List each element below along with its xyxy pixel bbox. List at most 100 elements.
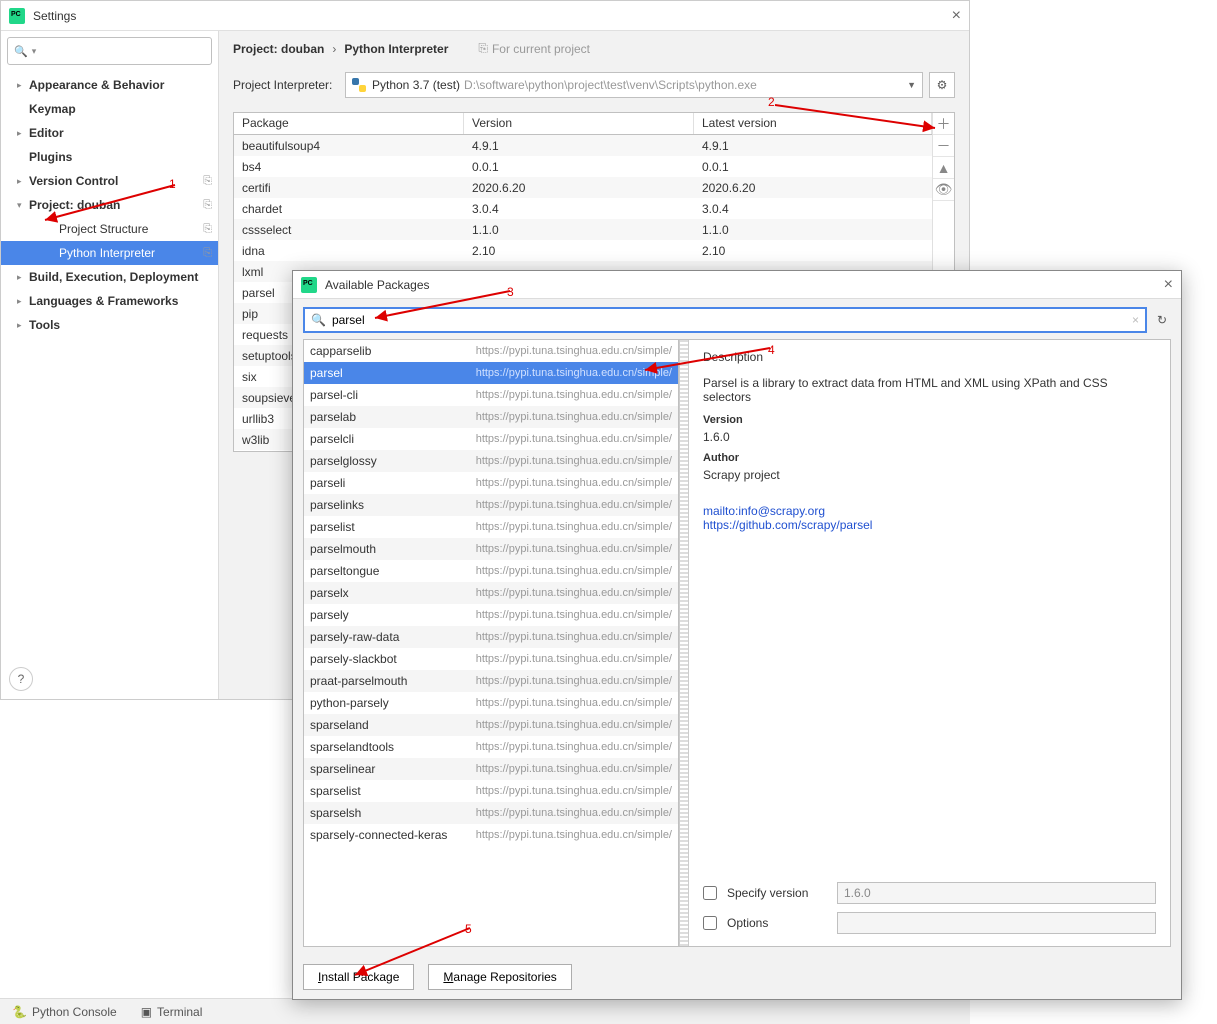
- manage-repositories-button[interactable]: Manage Repositories: [428, 964, 571, 990]
- specify-version-label: Specify version: [727, 886, 827, 900]
- sidebar-item-keymap[interactable]: Keymap: [1, 97, 218, 121]
- chevron-icon: ▸: [17, 128, 27, 139]
- table-row[interactable]: chardet3.0.43.0.4: [234, 198, 932, 219]
- list-item[interactable]: sparsely-connected-kerashttps://pypi.tun…: [304, 824, 678, 846]
- available-package-list[interactable]: capparselibhttps://pypi.tuna.tsinghua.ed…: [304, 340, 679, 946]
- sidebar-item-languages-frameworks[interactable]: ▸Languages & Frameworks: [1, 289, 218, 313]
- close-icon[interactable]: ×: [1164, 276, 1173, 294]
- sidebar-item-label: Python Interpreter: [59, 246, 203, 260]
- settings-titlebar: Settings ×: [1, 1, 969, 31]
- pycharm-icon: [9, 8, 25, 24]
- show-early-releases-button[interactable]: 👁: [933, 179, 954, 201]
- sidebar-item-build-execution-deployment[interactable]: ▸Build, Execution, Deployment: [1, 265, 218, 289]
- author-label: Author: [703, 452, 1156, 464]
- breadcrumb-project: Project: douban: [233, 42, 324, 56]
- table-row[interactable]: beautifulsoup44.9.14.9.1: [234, 135, 932, 156]
- author-value: Scrapy project: [703, 468, 1156, 482]
- list-item[interactable]: parsely-raw-datahttps://pypi.tuna.tsingh…: [304, 626, 678, 648]
- python-console-tab[interactable]: 🐍Python Console: [12, 1005, 117, 1019]
- list-item[interactable]: python-parselyhttps://pypi.tuna.tsinghua…: [304, 692, 678, 714]
- annotation-5: 5: [465, 922, 472, 936]
- sidebar-item-version-control[interactable]: ▸Version Control⎘: [1, 169, 218, 193]
- list-item[interactable]: parselclihttps://pypi.tuna.tsinghua.edu.…: [304, 428, 678, 450]
- clear-search-icon[interactable]: ×: [1132, 313, 1139, 327]
- sidebar-item-project-douban[interactable]: ▾Project: douban⎘: [1, 193, 218, 217]
- table-row[interactable]: bs40.0.10.0.1: [234, 156, 932, 177]
- list-item[interactable]: parselglossyhttps://pypi.tuna.tsinghua.e…: [304, 450, 678, 472]
- search-dropdown-icon[interactable]: ▾: [32, 46, 37, 57]
- col-package[interactable]: Package: [234, 113, 464, 134]
- sidebar-item-label: Project Structure: [59, 222, 203, 236]
- splitter[interactable]: [679, 340, 689, 946]
- package-search-input[interactable]: 🔍 ×: [303, 307, 1147, 333]
- annotation-4: 4: [768, 343, 775, 357]
- col-version[interactable]: Version: [464, 113, 694, 134]
- sidebar-item-appearance-behavior[interactable]: ▸Appearance & Behavior: [1, 73, 218, 97]
- sidebar-item-project-structure[interactable]: Project Structure⎘: [1, 217, 218, 241]
- gear-icon[interactable]: ⚙: [929, 72, 955, 98]
- version-value: 1.6.0: [703, 430, 1156, 444]
- table-row[interactable]: certifi2020.6.202020.6.20: [234, 177, 932, 198]
- list-item[interactable]: capparselibhttps://pypi.tuna.tsinghua.ed…: [304, 340, 678, 362]
- close-icon[interactable]: ×: [952, 7, 961, 25]
- list-item[interactable]: parsely-slackbothttps://pypi.tuna.tsingh…: [304, 648, 678, 670]
- options-checkbox[interactable]: [703, 916, 717, 930]
- specify-version-checkbox[interactable]: [703, 886, 717, 900]
- table-row[interactable]: cssselect1.1.01.1.0: [234, 219, 932, 240]
- table-row[interactable]: idna2.102.10: [234, 240, 932, 261]
- chevron-icon: ▾: [17, 200, 27, 211]
- list-item[interactable]: parselabhttps://pypi.tuna.tsinghua.edu.c…: [304, 406, 678, 428]
- list-item[interactable]: sparselandhttps://pypi.tuna.tsinghua.edu…: [304, 714, 678, 736]
- list-item[interactable]: sparselinearhttps://pypi.tuna.tsinghua.e…: [304, 758, 678, 780]
- list-item[interactable]: sparselandtoolshttps://pypi.tuna.tsinghu…: [304, 736, 678, 758]
- add-package-button[interactable]: ＋: [933, 113, 954, 135]
- sidebar-item-label: Editor: [29, 126, 218, 140]
- sidebar-item-label: Keymap: [29, 102, 218, 116]
- specify-version-input[interactable]: [837, 882, 1156, 904]
- sidebar-item-label: Build, Execution, Deployment: [29, 270, 218, 284]
- install-package-button[interactable]: Install Package: [303, 964, 414, 990]
- remove-package-button[interactable]: －: [933, 135, 954, 157]
- package-search-field[interactable]: [332, 313, 1132, 327]
- list-item[interactable]: parselxhttps://pypi.tuna.tsinghua.edu.cn…: [304, 582, 678, 604]
- sidebar-item-label: Tools: [29, 318, 218, 332]
- link-mailto[interactable]: mailto:info@scrapy.org: [703, 504, 1156, 518]
- list-item[interactable]: parselisthttps://pypi.tuna.tsinghua.edu.…: [304, 516, 678, 538]
- col-latest[interactable]: Latest version: [694, 113, 932, 134]
- link-github[interactable]: https://github.com/scrapy/parsel: [703, 518, 1156, 532]
- upgrade-package-button[interactable]: ▲: [933, 157, 954, 179]
- reload-button[interactable]: ↻: [1153, 307, 1171, 333]
- chevron-icon: ▸: [17, 80, 27, 91]
- sidebar-item-label: Languages & Frameworks: [29, 294, 218, 308]
- list-item[interactable]: parselihttps://pypi.tuna.tsinghua.edu.cn…: [304, 472, 678, 494]
- chevron-icon: ▸: [17, 296, 27, 307]
- sidebar-item-editor[interactable]: ▸Editor: [1, 121, 218, 145]
- sidebar-item-plugins[interactable]: Plugins: [1, 145, 218, 169]
- sidebar-item-python-interpreter[interactable]: Python Interpreter⎘: [1, 241, 218, 265]
- sidebar-item-tools[interactable]: ▸Tools: [1, 313, 218, 337]
- settings-title: Settings: [33, 9, 76, 23]
- list-item[interactable]: parselinkshttps://pypi.tuna.tsinghua.edu…: [304, 494, 678, 516]
- interpreter-path: D:\software\python\project\test\venv\Scr…: [464, 78, 757, 92]
- terminal-tab[interactable]: ▣Terminal: [141, 1005, 203, 1019]
- options-input[interactable]: [837, 912, 1156, 934]
- chevron-right-icon: ›: [332, 42, 336, 56]
- list-item[interactable]: parsel-clihttps://pypi.tuna.tsinghua.edu…: [304, 384, 678, 406]
- list-item[interactable]: parseltonguehttps://pypi.tuna.tsinghua.e…: [304, 560, 678, 582]
- list-item[interactable]: sparselisthttps://pypi.tuna.tsinghua.edu…: [304, 780, 678, 802]
- list-item[interactable]: parselyhttps://pypi.tuna.tsinghua.edu.cn…: [304, 604, 678, 626]
- list-item[interactable]: praat-parselmouthhttps://pypi.tuna.tsing…: [304, 670, 678, 692]
- python-icon: [352, 78, 366, 92]
- interpreter-select[interactable]: Python 3.7 (test) D:\software\python\pro…: [345, 72, 923, 98]
- copy-icon: ⎘: [203, 247, 212, 260]
- options-label: Options: [727, 916, 827, 930]
- available-packages-window: Available Packages × 🔍 × ↻ capparselibht…: [292, 270, 1182, 1000]
- sidebar-item-label: Plugins: [29, 150, 218, 164]
- list-item[interactable]: parselhttps://pypi.tuna.tsinghua.edu.cn/…: [304, 362, 678, 384]
- list-item[interactable]: parselmouthhttps://pypi.tuna.tsinghua.ed…: [304, 538, 678, 560]
- sidebar-search[interactable]: 🔍 ▾: [7, 37, 212, 65]
- list-item[interactable]: sparselshhttps://pypi.tuna.tsinghua.edu.…: [304, 802, 678, 824]
- chevron-down-icon[interactable]: ▼: [907, 80, 916, 90]
- settings-tree: ▸Appearance & BehaviorKeymap▸EditorPlugi…: [1, 71, 218, 659]
- help-button[interactable]: ?: [9, 667, 33, 691]
